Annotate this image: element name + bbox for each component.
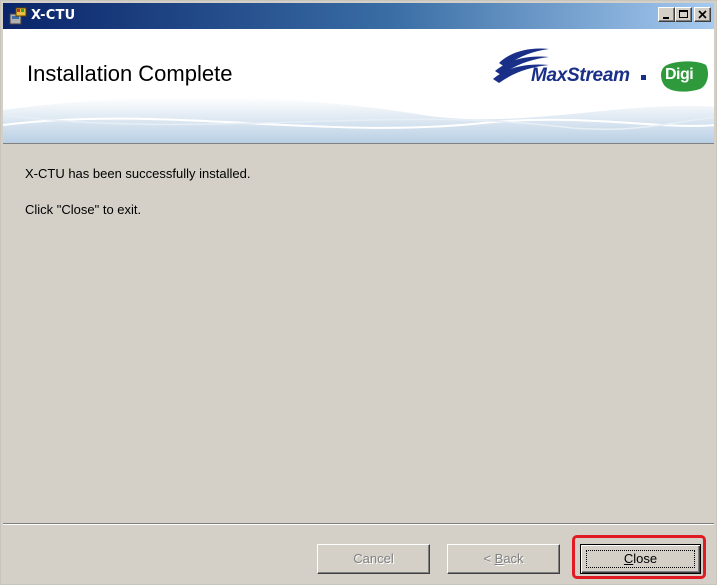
installer-window: X-CTU Installation Complete MaxStream Di… (0, 0, 717, 585)
maximize-icon (679, 10, 688, 18)
back-button-label: < Back (483, 551, 524, 566)
cancel-button-label: Cancel (353, 551, 394, 566)
title-bar[interactable]: X-CTU (3, 3, 714, 29)
footer-separator-highlight (3, 524, 714, 525)
minimize-icon (663, 17, 669, 19)
success-message: X-CTU has been successfully installed. (25, 166, 251, 181)
header-banner: Installation Complete MaxStream Digi (3, 29, 714, 143)
maxstream-logo: MaxStream Digi (491, 45, 714, 95)
close-button[interactable]: Close (580, 544, 701, 574)
exit-instruction: Click "Close" to exit. (25, 202, 142, 217)
window-title: X-CTU (31, 8, 76, 23)
logo-dot (641, 75, 646, 80)
content-area: X-CTU has been successfully installed. C… (3, 143, 714, 524)
back-label-rest: ack (503, 551, 524, 566)
installer-icon (9, 7, 27, 25)
maxstream-logo-text: MaxStream (531, 65, 630, 86)
minimize-button[interactable] (658, 7, 675, 22)
maximize-button[interactable] (675, 7, 692, 22)
digi-logo-text: Digi (665, 66, 694, 83)
close-mnemonic: C (623, 551, 634, 566)
cancel-button[interactable]: Cancel (317, 544, 430, 574)
page-title: Installation Complete (27, 61, 233, 86)
close-icon (698, 10, 707, 19)
close-button-label: Close (624, 551, 657, 566)
back-button[interactable]: < Back (447, 544, 560, 574)
close-window-button[interactable] (694, 7, 711, 22)
close-label-rest: lose (633, 551, 658, 566)
